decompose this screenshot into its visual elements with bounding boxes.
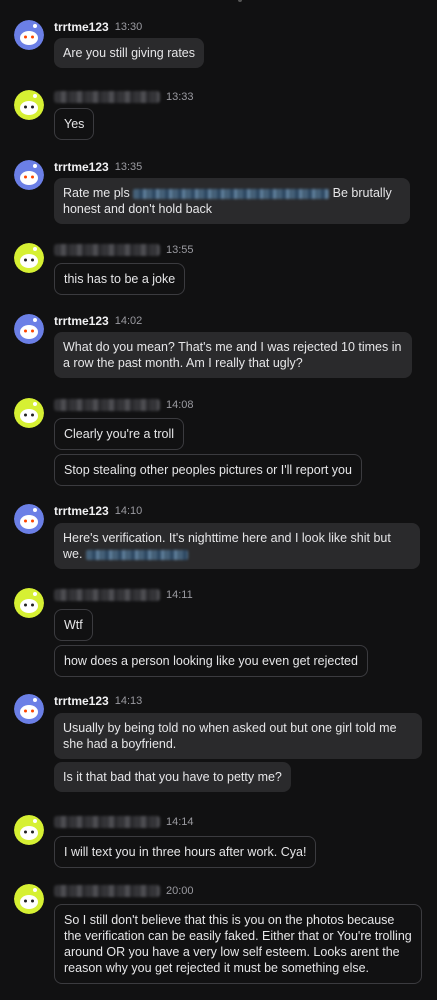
- user-avatar[interactable]: [14, 694, 44, 724]
- message-bubble[interactable]: Rate me pls Be brutally honest and don't…: [54, 178, 410, 224]
- user-avatar[interactable]: [14, 504, 44, 534]
- message-meta: trrtme123 14:02: [54, 313, 142, 329]
- timestamp: 13:33: [166, 91, 194, 103]
- redacted-username: [54, 589, 160, 601]
- message-bubble[interactable]: Yes: [54, 108, 95, 140]
- message-meta: 13:55: [54, 242, 194, 258]
- sender-name[interactable]: trrtme123: [54, 20, 109, 34]
- message-text: I will text you in three hours after wor…: [64, 845, 307, 859]
- snoo-yellow-avatar-icon: [14, 588, 44, 618]
- message-text: this has to be a joke: [64, 272, 176, 286]
- message-text: Clearly you're a troll: [64, 427, 175, 441]
- user-avatar[interactable]: [14, 884, 44, 914]
- message-text: Is it that bad that you have to petty me…: [63, 770, 282, 784]
- user-avatar[interactable]: [14, 815, 44, 845]
- message-bubble[interactable]: Clearly you're a troll: [54, 418, 185, 450]
- timestamp: 14:08: [166, 399, 194, 411]
- user-avatar[interactable]: [14, 160, 44, 190]
- redacted-username: [54, 399, 160, 411]
- snoo-yellow-avatar-icon: [14, 815, 44, 845]
- timestamp: 14:02: [114, 315, 143, 327]
- message-text: Wtf: [64, 618, 83, 632]
- message-bubble[interactable]: how does a person looking like you even …: [54, 645, 368, 677]
- message-meta: trrtme123 13:30: [54, 19, 142, 35]
- snoo-blue-avatar-icon: [14, 160, 44, 190]
- user-avatar[interactable]: [14, 20, 44, 50]
- message-text: So I still don't believe that this is yo…: [64, 913, 412, 975]
- message-bubble[interactable]: So I still don't believe that this is yo…: [54, 904, 422, 984]
- message-meta: 13:33: [54, 89, 194, 105]
- top-indicator: [238, 0, 242, 2]
- message-bubble[interactable]: I will text you in three hours after wor…: [54, 836, 317, 868]
- redacted-username: [54, 885, 160, 897]
- message-text: Stop stealing other peoples pictures or …: [64, 463, 352, 477]
- message-bubble[interactable]: What do you mean? That's me and I was re…: [54, 332, 412, 378]
- message-bubble[interactable]: Is it that bad that you have to petty me…: [54, 762, 291, 792]
- message-meta: 20:00: [54, 883, 194, 899]
- user-avatar[interactable]: [14, 588, 44, 618]
- message-text: What do you mean? That's me and I was re…: [63, 340, 402, 370]
- redacted-link[interactable]: [85, 549, 188, 560]
- timestamp: 20:00: [166, 885, 194, 897]
- snoo-blue-avatar-icon: [14, 504, 44, 534]
- message-bubble[interactable]: Here's verification. It's nighttime here…: [54, 523, 420, 569]
- snoo-yellow-avatar-icon: [14, 884, 44, 914]
- redacted-username: [54, 816, 160, 828]
- redacted-username: [54, 244, 160, 256]
- message-meta: trrtme123 13:35: [54, 159, 142, 175]
- message-bubble[interactable]: Usually by being told no when asked out …: [54, 713, 422, 759]
- timestamp: 14:10: [114, 505, 143, 517]
- message-bubble[interactable]: Stop stealing other peoples pictures or …: [54, 454, 362, 486]
- message-meta: 14:08: [54, 397, 194, 413]
- message-bubble[interactable]: this has to be a joke: [54, 263, 186, 295]
- message-meta: trrtme123 14:13: [54, 693, 142, 709]
- user-avatar[interactable]: [14, 243, 44, 273]
- sender-name[interactable]: trrtme123: [54, 694, 109, 708]
- snoo-blue-avatar-icon: [14, 314, 44, 344]
- timestamp: 14:11: [166, 589, 193, 601]
- user-avatar[interactable]: [14, 398, 44, 428]
- message-text: Usually by being told no when asked out …: [63, 721, 397, 751]
- snoo-yellow-avatar-icon: [14, 90, 44, 120]
- message-bubble[interactable]: Are you still giving rates: [54, 38, 205, 68]
- timestamp: 14:13: [114, 695, 143, 707]
- snoo-yellow-avatar-icon: [14, 398, 44, 428]
- user-avatar[interactable]: [14, 90, 44, 120]
- redacted-username: [54, 91, 160, 103]
- message-text: Yes: [64, 117, 85, 131]
- message-meta: 14:11: [54, 587, 193, 603]
- timestamp: 13:30: [114, 21, 143, 33]
- message-bubble[interactable]: Wtf: [54, 609, 93, 641]
- message-text: Are you still giving rates: [63, 46, 196, 60]
- redacted-link[interactable]: [133, 188, 330, 199]
- message-text: how does a person looking like you even …: [64, 654, 358, 668]
- user-avatar[interactable]: [14, 314, 44, 344]
- message-meta: 14:14: [54, 814, 194, 830]
- snoo-yellow-avatar-icon: [14, 243, 44, 273]
- snoo-blue-avatar-icon: [14, 694, 44, 724]
- sender-name[interactable]: trrtme123: [54, 504, 109, 518]
- timestamp: 13:55: [166, 244, 194, 256]
- snoo-blue-avatar-icon: [14, 20, 44, 50]
- message-text: Rate me pls: [63, 186, 130, 200]
- message-meta: trrtme123 14:10: [54, 503, 142, 519]
- sender-name[interactable]: trrtme123: [54, 160, 109, 174]
- timestamp: 14:14: [166, 816, 194, 828]
- sender-name[interactable]: trrtme123: [54, 314, 109, 328]
- timestamp: 13:35: [114, 161, 143, 173]
